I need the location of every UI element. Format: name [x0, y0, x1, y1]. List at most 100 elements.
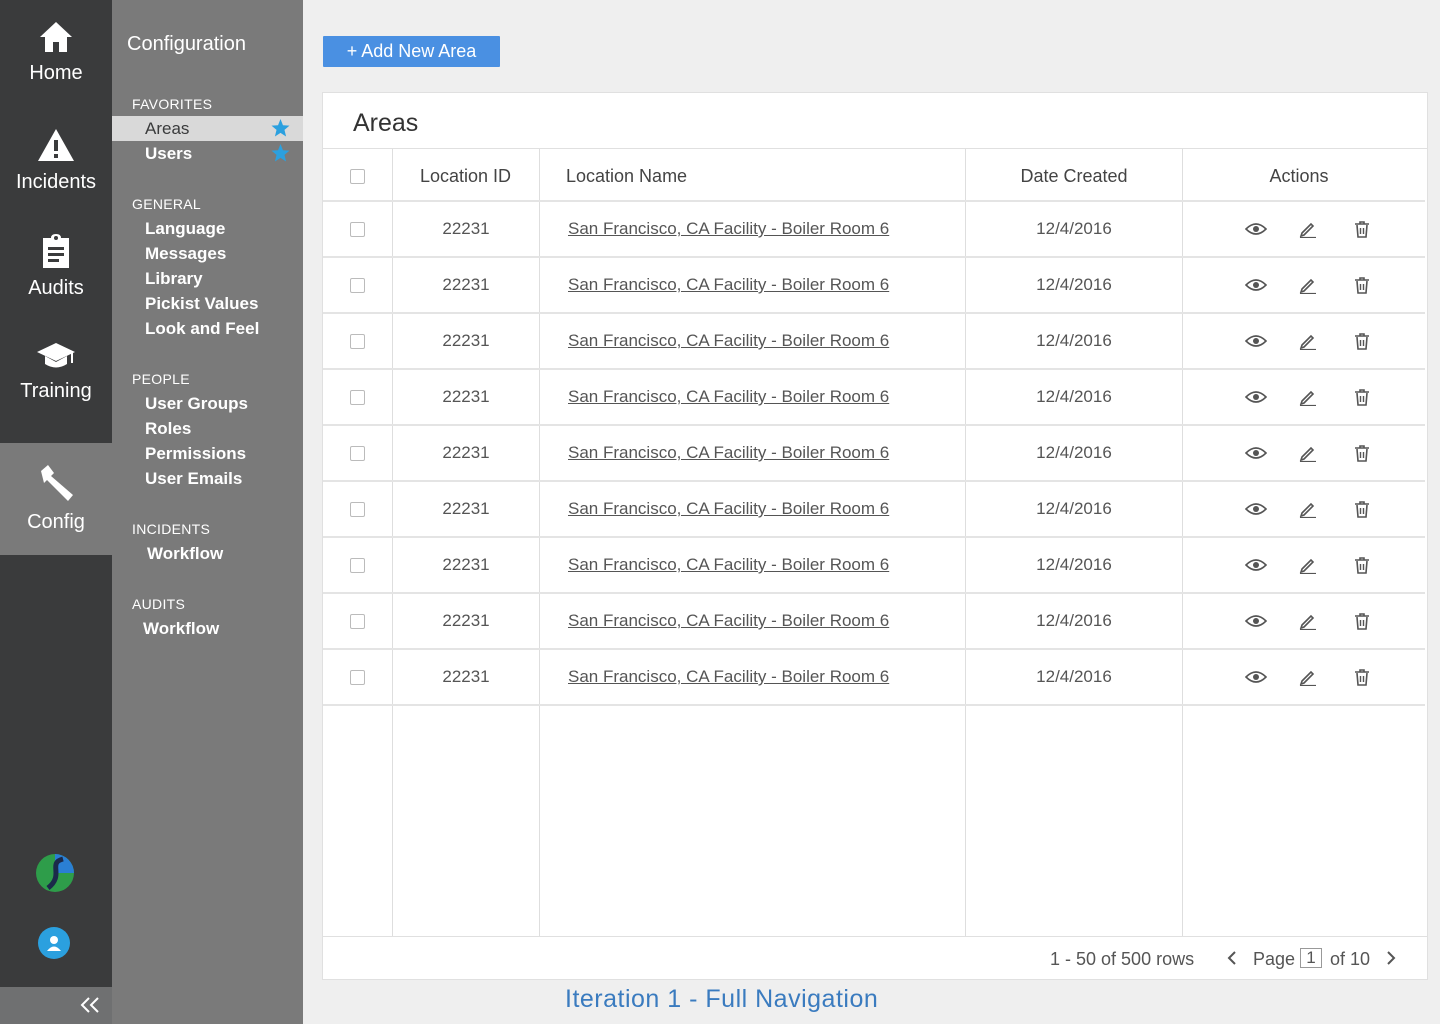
trash-icon[interactable] [1354, 668, 1370, 686]
eye-icon[interactable] [1245, 222, 1267, 236]
location-name-link[interactable]: San Francisco, CA Facility - Boiler Room… [568, 275, 889, 295]
subnav-item-look-and-feel[interactable]: Look and Feel [112, 316, 303, 341]
collapse-nav-button[interactable] [0, 987, 112, 1024]
eye-icon[interactable] [1245, 278, 1267, 292]
chevron-left-icon[interactable] [1226, 949, 1238, 967]
pagination-bar: 1 - 50 of 500 rows Page of 10 [323, 935, 1427, 980]
trash-icon[interactable] [1354, 556, 1370, 574]
table-row: 22231 San Francisco, CA Facility - Boiler… [323, 649, 1425, 705]
location-name-link[interactable]: San Francisco, CA Facility - Boiler Room… [568, 331, 889, 351]
location-name-link[interactable]: San Francisco, CA Facility - Boiler Room… [568, 555, 889, 575]
trash-icon[interactable] [1354, 388, 1370, 406]
row-checkbox[interactable] [350, 669, 365, 685]
eye-icon[interactable] [1245, 390, 1267, 404]
subnav-item-label: Language [145, 219, 226, 238]
subnav-item-user-emails[interactable]: User Emails [112, 466, 303, 491]
eye-icon[interactable] [1245, 558, 1267, 572]
star-icon[interactable] [271, 119, 290, 137]
row-select-cell [323, 593, 392, 649]
row-checkbox[interactable] [350, 557, 365, 573]
trash-icon[interactable] [1354, 332, 1370, 350]
trash-icon[interactable] [1354, 500, 1370, 518]
subnav-item-audits-workflow[interactable]: Workflow [112, 616, 303, 641]
location-name-link[interactable]: San Francisco, CA Facility - Boiler Room… [568, 443, 889, 463]
eye-icon[interactable] [1245, 334, 1267, 348]
subnav-item-picklist-values[interactable]: Pickist Values [112, 291, 303, 316]
nav-item-config[interactable]: Config [0, 443, 112, 555]
row-checkbox[interactable] [350, 613, 365, 629]
nav-item-audits[interactable]: Audits [0, 233, 112, 323]
location-name-link[interactable]: San Francisco, CA Facility - Boiler Room… [568, 219, 889, 239]
section-header-favorites: FAVORITES [132, 96, 213, 112]
pencil-icon[interactable] [1299, 276, 1317, 294]
trash-icon[interactable] [1354, 444, 1370, 462]
location-name-cell: San Francisco, CA Facility - Boiler Room… [568, 257, 963, 313]
rows-count-text: 1 - 50 of 500 rows [1050, 949, 1195, 969]
location-name-cell: San Francisco, CA Facility - Boiler Room… [568, 369, 963, 425]
subnav-item-label: Messages [145, 244, 227, 263]
pencil-icon[interactable] [1299, 668, 1317, 686]
clipboard-icon [43, 234, 69, 268]
location-id-cell: 22231 [442, 387, 490, 406]
eye-icon[interactable] [1245, 614, 1267, 628]
star-icon[interactable] [271, 144, 290, 162]
nav-label-home: Home [29, 62, 83, 84]
chevron-right-icon[interactable] [1385, 949, 1397, 967]
eye-icon[interactable] [1245, 670, 1267, 684]
location-id-cell: 22231 [442, 611, 490, 630]
pencil-icon[interactable] [1299, 332, 1317, 350]
pencil-icon[interactable] [1299, 220, 1317, 238]
table-row: 22231 San Francisco, CA Facility - Boiler… [323, 369, 1425, 425]
pencil-icon[interactable] [1299, 500, 1317, 518]
nav-item-incidents[interactable]: Incidents [0, 127, 112, 217]
row-checkbox[interactable] [350, 445, 365, 461]
nav-item-home[interactable]: Home [0, 20, 112, 110]
row-checkbox[interactable] [350, 333, 365, 349]
row-checkbox[interactable] [350, 501, 365, 517]
graduation-cap-icon [37, 343, 75, 368]
row-divider [323, 704, 1425, 706]
subnav-item-permissions[interactable]: Permissions [112, 441, 303, 466]
subnav-item-roles[interactable]: Roles [112, 416, 303, 441]
add-new-area-button[interactable]: + Add New Area [323, 36, 500, 67]
eye-icon[interactable] [1245, 502, 1267, 516]
pencil-icon[interactable] [1299, 444, 1317, 462]
trash-icon[interactable] [1354, 276, 1370, 294]
row-select-cell [323, 537, 392, 593]
column-header-location-id[interactable]: Location ID [392, 149, 539, 203]
pencil-icon[interactable] [1299, 388, 1317, 406]
row-checkbox[interactable] [350, 389, 365, 405]
column-header-date-created[interactable]: Date Created [966, 149, 1182, 203]
location-name-cell: San Francisco, CA Facility - Boiler Room… [568, 649, 963, 705]
location-name-link[interactable]: San Francisco, CA Facility - Boiler Room… [568, 499, 889, 519]
select-all-checkbox[interactable] [350, 168, 365, 184]
eye-icon[interactable] [1245, 446, 1267, 460]
subnav-item-label: Pickist Values [145, 294, 259, 313]
subnav-item-users[interactable]: Users [112, 141, 303, 166]
subnav-item-library[interactable]: Library [112, 266, 303, 291]
trash-icon[interactable] [1354, 612, 1370, 630]
subnav-item-areas[interactable]: Areas [112, 116, 303, 141]
page-number-input[interactable] [1300, 948, 1322, 968]
table-row: 22231 San Francisco, CA Facility - Boiler… [323, 537, 1425, 593]
subnav-item-messages[interactable]: Messages [112, 241, 303, 266]
trash-icon[interactable] [1354, 220, 1370, 238]
table-row: 22231 San Francisco, CA Facility - Boiler… [323, 481, 1425, 537]
location-name-link[interactable]: San Francisco, CA Facility - Boiler Room… [568, 667, 889, 687]
panel-title: Areas [353, 109, 419, 137]
row-checkbox[interactable] [350, 277, 365, 293]
location-name-cell: San Francisco, CA Facility - Boiler Room… [568, 593, 963, 649]
date-created-cell: 12/4/2016 [1036, 275, 1112, 294]
user-avatar[interactable] [38, 927, 70, 959]
column-header-location-name[interactable]: Location Name [566, 149, 956, 203]
nav-item-training[interactable]: Training [0, 340, 112, 430]
location-name-link[interactable]: San Francisco, CA Facility - Boiler Room… [568, 611, 889, 631]
subnav-item-user-groups[interactable]: User Groups [112, 391, 303, 416]
pencil-icon[interactable] [1299, 556, 1317, 574]
pencil-icon[interactable] [1299, 612, 1317, 630]
location-name-link[interactable]: San Francisco, CA Facility - Boiler Room… [568, 387, 889, 407]
subnav-item-label: Workflow [143, 619, 220, 638]
subnav-item-language[interactable]: Language [112, 216, 303, 241]
subnav-item-incidents-workflow[interactable]: Workflow [112, 541, 303, 566]
row-checkbox[interactable] [350, 221, 365, 237]
